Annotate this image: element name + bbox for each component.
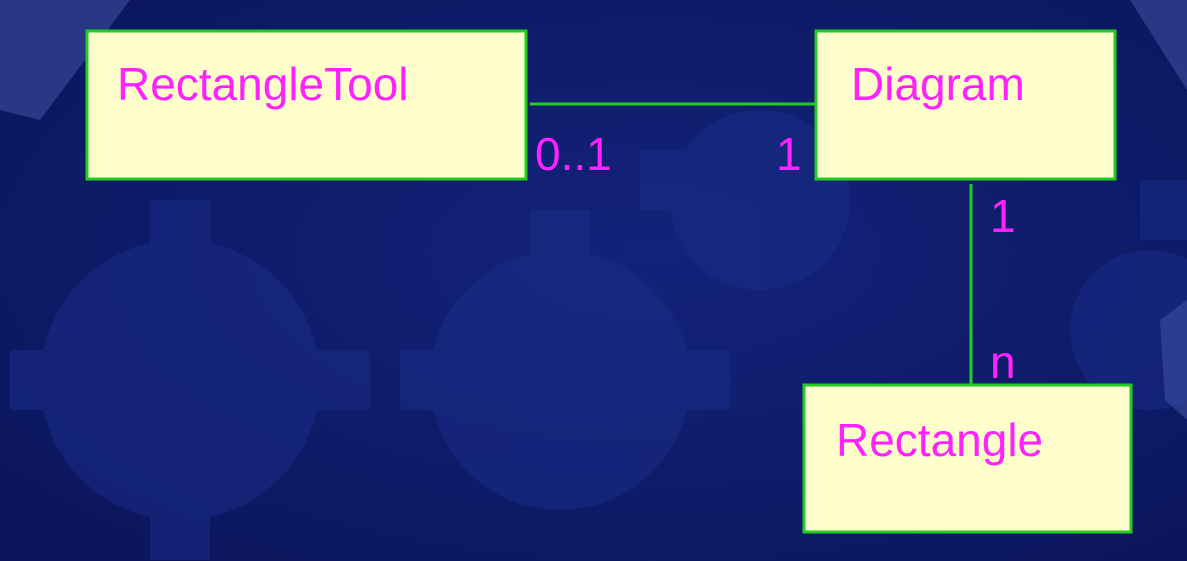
multiplicity-rectangle-end: n bbox=[990, 336, 1016, 388]
multiplicity-diagram-end-left: 1 bbox=[776, 128, 802, 180]
class-box-rectangletool[interactable]: RectangleTool bbox=[85, 29, 528, 181]
multiplicity-diagram-end-bottom: 1 bbox=[990, 190, 1016, 242]
class-name-diagram: Diagram bbox=[851, 58, 1025, 110]
multiplicity-tool-end: 0..1 bbox=[535, 128, 612, 180]
class-box-rectangle[interactable]: Rectangle bbox=[802, 383, 1133, 534]
uml-class-diagram: RectangleTool Diagram Rectangle 0..1 1 1… bbox=[85, 29, 1133, 534]
class-name-rectangletool: RectangleTool bbox=[117, 58, 409, 110]
class-box-diagram[interactable]: Diagram bbox=[814, 29, 1117, 181]
class-name-rectangle: Rectangle bbox=[836, 414, 1043, 466]
